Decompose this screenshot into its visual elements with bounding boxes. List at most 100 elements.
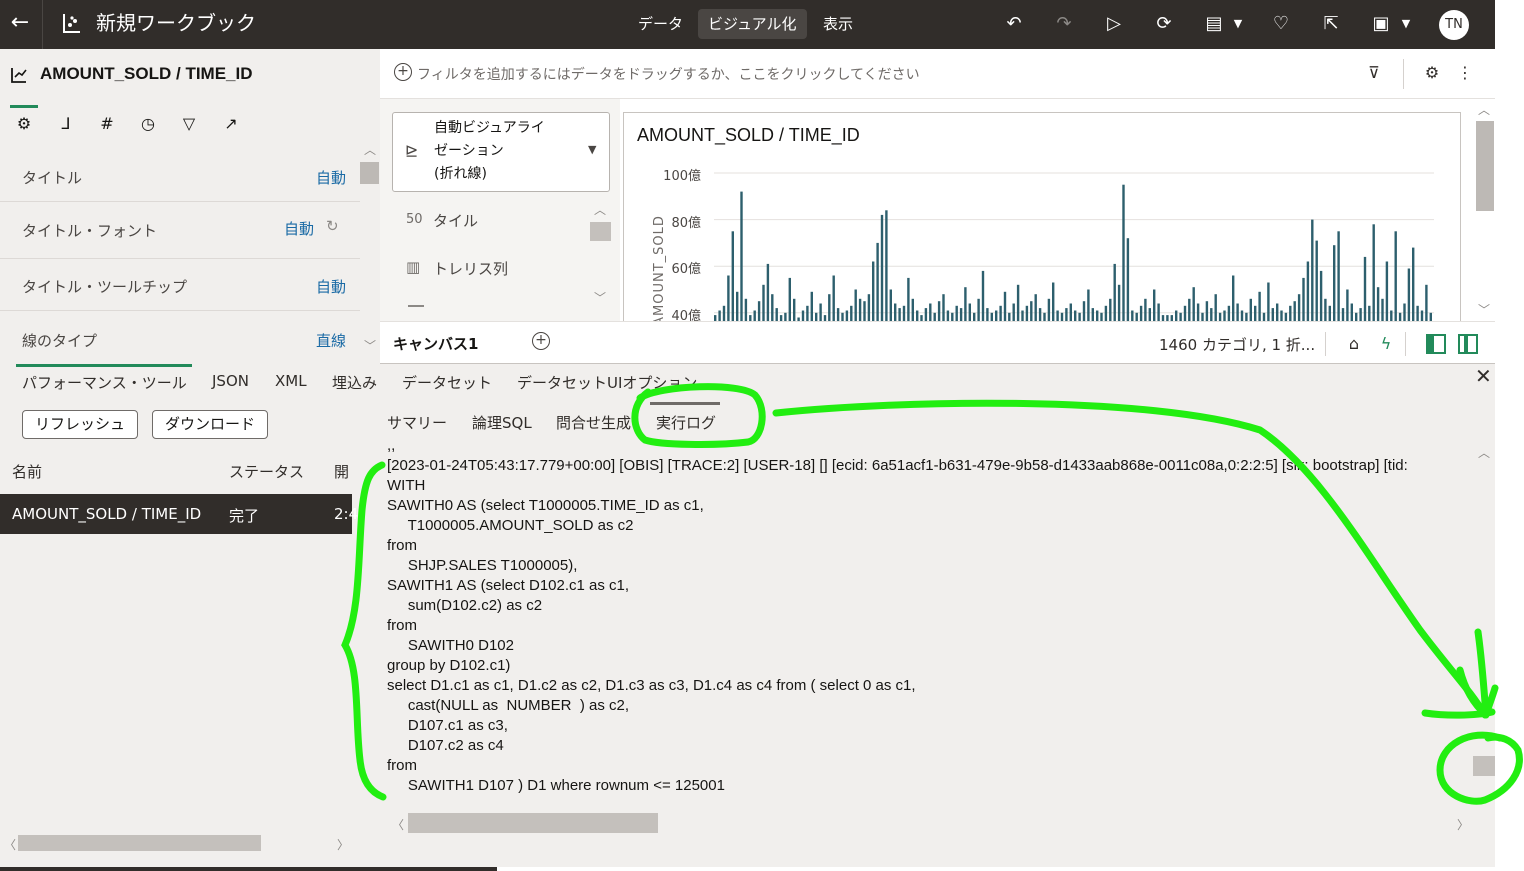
chart-bar[interactable] bbox=[1012, 303, 1015, 322]
prop-value[interactable]: 自動 bbox=[316, 167, 346, 188]
chart-bar[interactable] bbox=[863, 301, 866, 321]
chart-bar[interactable] bbox=[889, 289, 892, 322]
chart-bar[interactable] bbox=[937, 301, 941, 321]
chart-bar[interactable] bbox=[1407, 268, 1411, 322]
chart-bar[interactable] bbox=[1065, 308, 1068, 321]
scroll-up-icon[interactable]: ︿ bbox=[1478, 444, 1490, 461]
chart-bar[interactable] bbox=[1113, 263, 1116, 321]
chart-bar[interactable] bbox=[810, 291, 813, 321]
left-panel-toggle-icon[interactable] bbox=[1425, 333, 1447, 355]
chart-bar[interactable] bbox=[854, 289, 857, 322]
chart-bar[interactable] bbox=[1188, 298, 1191, 321]
execution-log-text[interactable]: ,, [2023-01-24T05:43:17.779+00:00] [OBIS]… bbox=[387, 442, 1474, 812]
tab-dataset-ui-options[interactable]: データセットUIオプション bbox=[517, 372, 697, 393]
chart-bar[interactable] bbox=[1372, 224, 1375, 321]
subtab-summary[interactable]: サマリー bbox=[387, 412, 447, 433]
refresh-data-icon[interactable]: ⟳ bbox=[1151, 12, 1177, 36]
chart-bar[interactable] bbox=[1416, 305, 1419, 321]
chart-bar[interactable] bbox=[1350, 303, 1353, 322]
chart-bar[interactable] bbox=[1280, 310, 1283, 322]
prop-row-title[interactable]: タイトル 自動 bbox=[0, 152, 360, 202]
chart-bar[interactable] bbox=[762, 284, 765, 321]
chart-bar[interactable] bbox=[1271, 308, 1274, 321]
chart-bar[interactable] bbox=[1368, 305, 1371, 321]
chart-bar[interactable] bbox=[1016, 284, 1020, 321]
grammar-item-tile[interactable]: タイル bbox=[433, 210, 478, 231]
scroll-up-icon[interactable]: ︿ bbox=[364, 141, 376, 158]
save-icon[interactable]: ▣ bbox=[1368, 12, 1394, 36]
subtab-logical-sql[interactable]: 論理SQL bbox=[472, 412, 532, 433]
chart-bar[interactable] bbox=[1293, 301, 1296, 321]
chart-bar[interactable] bbox=[1341, 308, 1345, 321]
chart-bar[interactable] bbox=[1192, 287, 1195, 321]
chart-bar[interactable] bbox=[1074, 310, 1077, 322]
filter-icon[interactable]: ▽ bbox=[177, 112, 201, 136]
scroll-left-icon[interactable]: 〈 bbox=[4, 836, 16, 853]
tab-present[interactable]: 表示 bbox=[813, 9, 863, 39]
chart-bar[interactable] bbox=[1069, 303, 1072, 322]
chart-bar[interactable] bbox=[986, 308, 989, 321]
reset-icon[interactable]: ↻ bbox=[326, 217, 339, 235]
chart-bar[interactable] bbox=[1254, 305, 1257, 321]
chart-bar[interactable] bbox=[1096, 310, 1099, 322]
chart-bar[interactable] bbox=[753, 310, 756, 322]
scroll-up-icon[interactable]: ︿ bbox=[594, 201, 606, 218]
undo-icon[interactable]: ↶ bbox=[1001, 12, 1027, 36]
chart-bar[interactable] bbox=[1175, 310, 1178, 322]
chart-bar[interactable] bbox=[836, 308, 840, 321]
chart-bar[interactable] bbox=[872, 261, 875, 322]
chart-bar[interactable] bbox=[845, 310, 849, 322]
chart-bar[interactable] bbox=[946, 310, 950, 322]
chart-bar[interactable] bbox=[806, 305, 809, 321]
chart-bar[interactable] bbox=[744, 298, 748, 321]
chart-bar[interactable] bbox=[815, 312, 818, 321]
grammar-item-trellis-columns[interactable]: トレリス列 bbox=[433, 258, 508, 279]
tab-dataset[interactable]: データセット bbox=[402, 372, 492, 393]
viz-type-selector[interactable]: ⊵ 自動ビジュアライ ゼーション (折れ線) ▼ bbox=[392, 112, 610, 192]
hash-icon[interactable]: # bbox=[95, 112, 119, 136]
table-row[interactable]: AMOUNT_SOLD / TIME_ID 完了 2:4 bbox=[0, 494, 358, 534]
chart-bar[interactable] bbox=[1359, 308, 1362, 321]
workbook-title[interactable]: 新規ワークブック bbox=[96, 9, 256, 37]
chart-bar[interactable] bbox=[1315, 240, 1318, 321]
chart-bar[interactable] bbox=[1087, 289, 1090, 322]
chart-bar[interactable] bbox=[876, 242, 879, 321]
scroll-down-icon[interactable]: ﹀ bbox=[364, 337, 376, 354]
avatar[interactable]: TN bbox=[1439, 10, 1469, 40]
tab-visualize[interactable]: ビジュアル化 bbox=[698, 9, 807, 39]
chart-bar[interactable] bbox=[1306, 261, 1310, 322]
chart-bar[interactable] bbox=[990, 312, 993, 321]
chart-bar[interactable] bbox=[771, 294, 774, 321]
chart-bar[interactable] bbox=[894, 303, 897, 322]
chart-bar[interactable] bbox=[942, 294, 945, 321]
chart-bar[interactable] bbox=[1196, 303, 1200, 322]
chart-bar[interactable] bbox=[1311, 219, 1314, 321]
chart-bar[interactable] bbox=[999, 305, 1002, 321]
chart-bar[interactable] bbox=[1021, 310, 1024, 322]
chart-bar[interactable] bbox=[902, 305, 906, 321]
chart-bar[interactable] bbox=[1258, 291, 1261, 321]
scroll-down-icon[interactable]: ﹀ bbox=[1478, 301, 1490, 318]
chart-bar[interactable] bbox=[1139, 305, 1143, 321]
gear-icon[interactable]: ⚙ bbox=[12, 112, 36, 136]
close-icon[interactable]: ✕ bbox=[1475, 364, 1492, 388]
subtab-execution-log[interactable]: 実行ログ bbox=[656, 412, 716, 433]
chart-bar[interactable] bbox=[1429, 312, 1432, 321]
chart-bar[interactable] bbox=[1082, 301, 1086, 321]
chart-bar[interactable] bbox=[1003, 291, 1007, 321]
chart-bar[interactable] bbox=[907, 277, 910, 321]
scroll-down-icon[interactable]: ﹀ bbox=[594, 289, 606, 306]
chart-bar[interactable] bbox=[1008, 312, 1011, 321]
chart-card[interactable]: AMOUNT_SOLD / TIME_ID AMOUNT_SOLD 100億 8… bbox=[623, 112, 1461, 321]
chart-bar[interactable] bbox=[1227, 305, 1231, 321]
chart-bar[interactable] bbox=[1126, 238, 1130, 321]
canvas-scrollbar[interactable]: ︿ ﹀ bbox=[1473, 99, 1495, 321]
chart-bar[interactable] bbox=[1319, 270, 1323, 321]
analytics-icon[interactable]: ⚙ bbox=[1421, 62, 1443, 84]
chart-bar[interactable] bbox=[898, 308, 901, 321]
right-panel-toggle-icon[interactable] bbox=[1457, 333, 1479, 355]
column-header-status[interactable]: ステータス bbox=[229, 461, 304, 482]
chart-bar[interactable] bbox=[1056, 310, 1059, 322]
grammar-scrollbar[interactable] bbox=[590, 222, 611, 241]
chart-bar[interactable] bbox=[1289, 305, 1292, 321]
